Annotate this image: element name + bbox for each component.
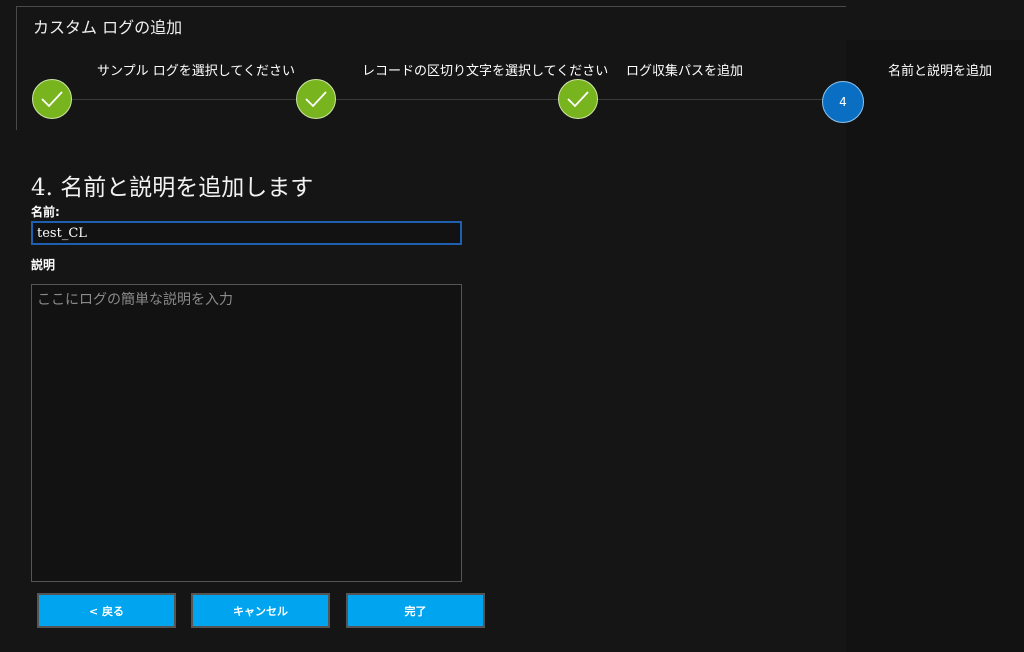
name-input[interactable] bbox=[31, 221, 462, 245]
back-button[interactable]: < 戻る bbox=[37, 593, 176, 628]
panel-border bbox=[16, 6, 846, 7]
step-label-4: 名前と説明を追加 bbox=[888, 64, 993, 79]
step-label-3: ログ収集パスを追加 bbox=[626, 64, 744, 79]
checkmark-icon bbox=[567, 91, 589, 108]
step-3-complete-indicator[interactable] bbox=[558, 79, 598, 119]
name-label: 名前: bbox=[31, 205, 60, 219]
step-label-2: レコードの区切り文字を選択してください bbox=[362, 64, 609, 79]
step-label-1: サンプル ログを選択してください bbox=[97, 64, 295, 79]
description-label: 説明 bbox=[31, 258, 56, 272]
section-heading: 4. 名前と説明を追加します bbox=[31, 175, 314, 201]
wizard-progress-line bbox=[55, 99, 841, 100]
step-4-current-indicator[interactable]: 4 bbox=[822, 81, 864, 123]
step-2-complete-indicator[interactable] bbox=[296, 79, 336, 119]
checkmark-icon bbox=[41, 91, 63, 108]
cancel-button[interactable]: キャンセル bbox=[191, 593, 330, 628]
panel-border bbox=[16, 6, 17, 130]
step-1-complete-indicator[interactable] bbox=[32, 79, 72, 119]
finish-button[interactable]: 完了 bbox=[346, 593, 485, 628]
top-strip bbox=[846, 0, 1024, 40]
description-textarea[interactable] bbox=[31, 284, 462, 582]
window-title: カスタム ログの追加 bbox=[33, 18, 183, 37]
checkmark-icon bbox=[305, 91, 327, 108]
